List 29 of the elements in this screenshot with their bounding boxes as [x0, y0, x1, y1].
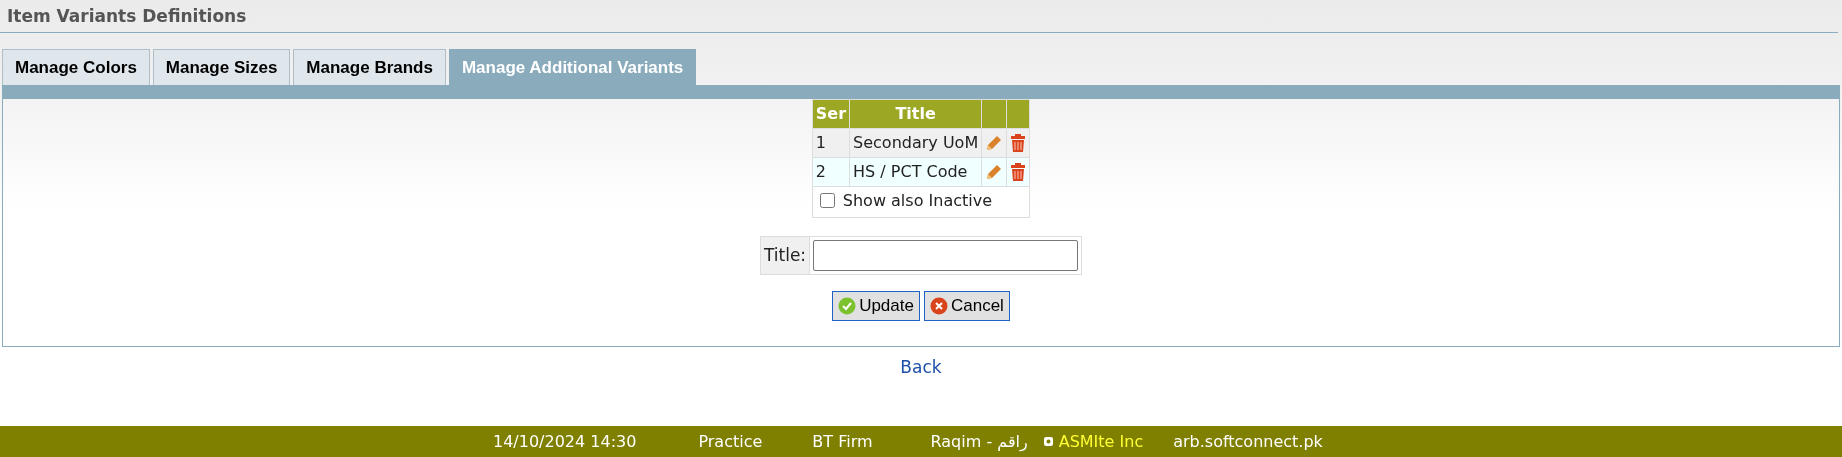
check-icon: [838, 296, 857, 315]
column-header: Title: [849, 99, 982, 128]
status-text: ASMIte Inc: [1058, 430, 1144, 453]
tab[interactable]: Manage Sizes: [152, 49, 291, 85]
checkbox-label: Show also Inactive: [842, 189, 992, 212]
pencil-icon[interactable]: [985, 134, 1004, 152]
update-button[interactable]: Update: [832, 291, 920, 321]
status-text: 14/10/2024 14:30: [493, 430, 637, 453]
status-text: Raqim - راقم: [930, 430, 1028, 453]
pencil-icon[interactable]: [985, 163, 1004, 181]
status-text: arb.softconnect.pk: [1173, 430, 1323, 453]
table-cell: HS / PCT Code: [849, 157, 982, 186]
table-cell: 2: [812, 157, 850, 186]
cancel-button[interactable]: Cancel: [923, 291, 1010, 321]
status-text: Practice: [698, 430, 763, 453]
title-input[interactable]: [813, 240, 1079, 271]
checkbox[interactable]: [819, 193, 835, 208]
title-label: Title:: [760, 236, 810, 275]
close-icon: [929, 296, 948, 315]
trash-icon[interactable]: [1010, 163, 1027, 181]
table-cell: Secondary UoM: [849, 128, 982, 157]
tab[interactable]: Manage Brands: [293, 49, 446, 85]
column-header: Ser: [812, 99, 850, 128]
status-text: BT Firm: [812, 430, 873, 453]
back-link[interactable]: Back: [900, 356, 942, 377]
trash-icon[interactable]: [1010, 134, 1027, 152]
page-title: Item Variants Definitions: [7, 6, 247, 26]
tab[interactable]: Manage Colors: [2, 49, 150, 85]
table-cell: 1: [812, 128, 850, 157]
